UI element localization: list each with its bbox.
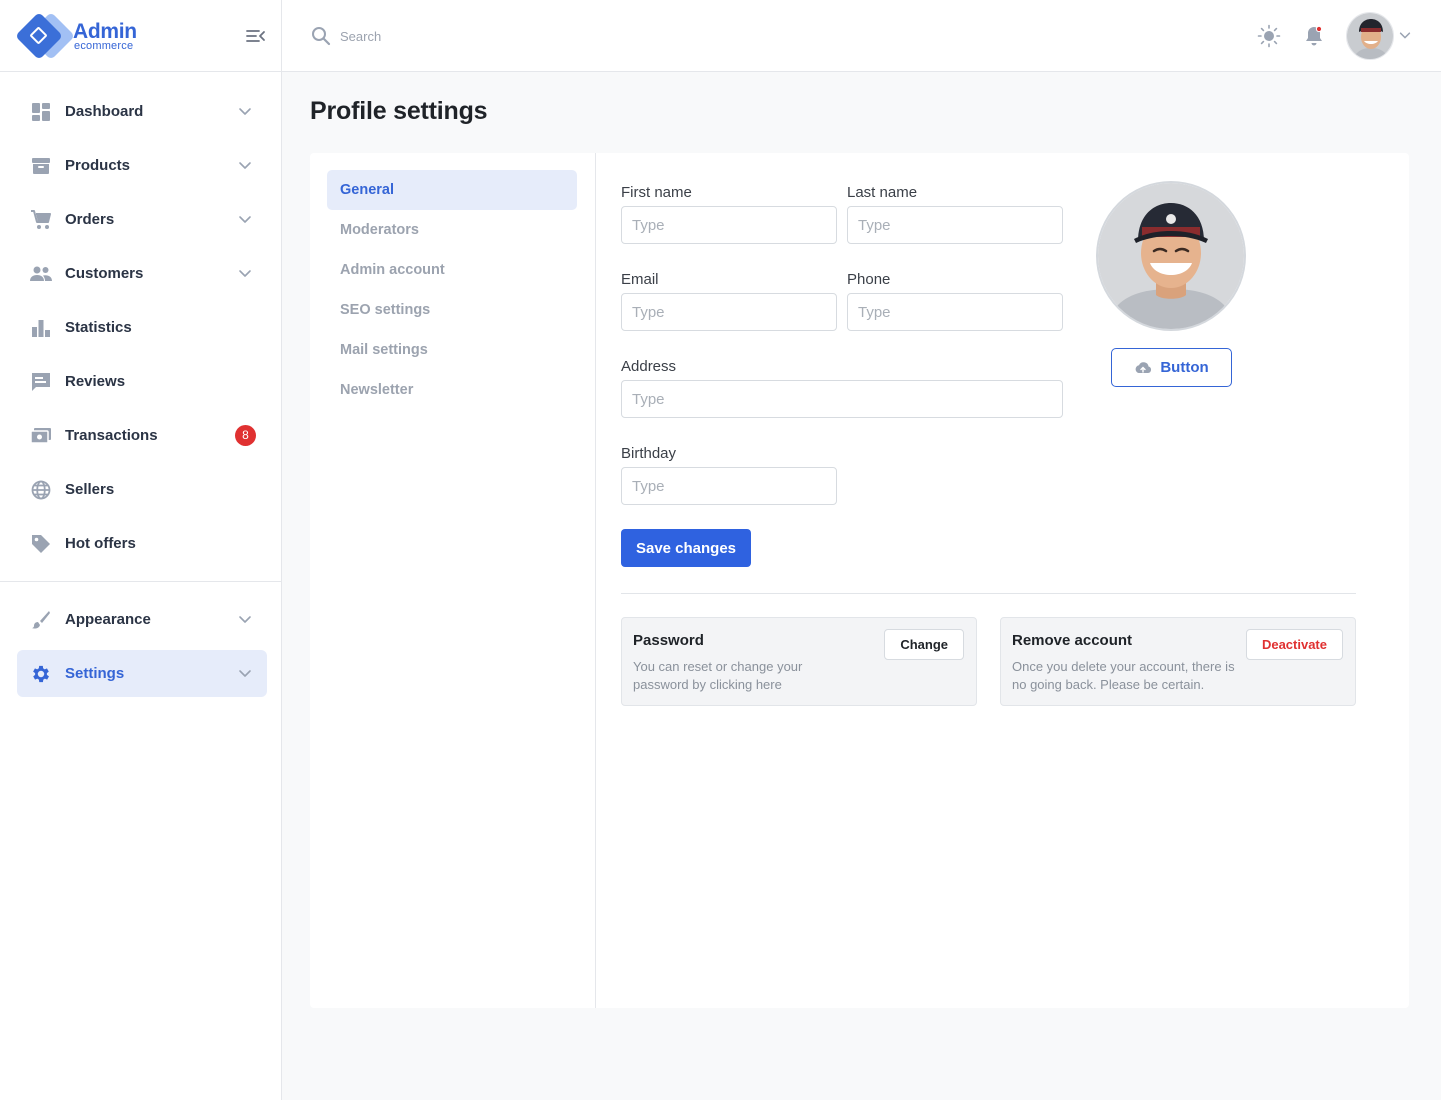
address-label: Address <box>621 358 677 375</box>
top-header <box>282 0 1441 72</box>
chevron-down-icon <box>239 108 251 115</box>
chevron-down-icon <box>239 670 251 677</box>
phone-input[interactable] <box>847 293 1063 331</box>
last-name-input[interactable] <box>847 206 1063 244</box>
user-avatar[interactable] <box>1346 12 1394 60</box>
deactivate-button[interactable]: Deactivate <box>1245 629 1343 660</box>
collapse-sidebar-icon[interactable] <box>246 28 266 44</box>
sidebar-item-settings[interactable]: Settings <box>17 650 267 697</box>
email-field: Email <box>621 271 837 331</box>
notification-count-badge: 8 <box>235 425 256 446</box>
money-icon <box>30 425 52 447</box>
profile-avatar <box>1096 181 1246 331</box>
chevron-down-icon[interactable] <box>1398 28 1412 42</box>
sidebar-item-hot-offers[interactable]: Hot offers <box>17 520 267 567</box>
sidebar-item-label: Settings <box>65 665 125 682</box>
email-input[interactable] <box>621 293 837 331</box>
sidebar-item-sellers[interactable]: Sellers <box>17 466 267 513</box>
bell-icon[interactable] <box>1302 24 1326 48</box>
sidebar-item-label: Dashboard <box>65 103 144 120</box>
globe-icon <box>30 479 52 501</box>
remove-account-title: Remove account <box>1012 632 1133 649</box>
sidebar-divider <box>0 581 281 582</box>
email-label: Email <box>621 271 659 288</box>
sidebar-item-label: Reviews <box>65 373 126 390</box>
chevron-down-icon <box>239 616 251 623</box>
search-icon <box>312 27 331 46</box>
settings-nav-mail-settings[interactable]: Mail settings <box>327 330 577 370</box>
brush-icon <box>30 609 52 631</box>
password-box-text: You can reset or change your password by… <box>633 659 803 692</box>
sidebar-item-label: Sellers <box>65 481 115 498</box>
people-icon <box>30 263 52 285</box>
sidebar-nav: Dashboard Products Orders Customers Stat… <box>0 72 281 697</box>
upload-button-label: Button <box>1160 359 1209 376</box>
settings-nav-moderators[interactable]: Moderators <box>327 210 577 250</box>
page-title: Profile settings <box>310 97 488 125</box>
brand-subtitle: ecommerce <box>74 40 134 52</box>
settings-card: General Moderators Admin account SEO set… <box>310 153 1409 1008</box>
settings-nav-admin-account[interactable]: Admin account <box>327 250 577 290</box>
phone-field: Phone <box>847 271 1063 331</box>
sidebar-item-statistics[interactable]: Statistics <box>17 304 267 351</box>
phone-label: Phone <box>847 271 891 288</box>
save-changes-button[interactable]: Save changes <box>621 529 751 567</box>
chevron-down-icon <box>239 216 251 223</box>
sidebar-item-label: Customers <box>65 265 144 282</box>
last-name-label: Last name <box>847 184 918 201</box>
change-password-button[interactable]: Change <box>884 629 964 660</box>
brand: Admin ecommerce <box>0 0 281 72</box>
sidebar-item-orders[interactable]: Orders <box>17 196 267 243</box>
sidebar-item-label: Orders <box>65 211 115 228</box>
archive-box-icon <box>30 155 52 177</box>
sidebar-item-customers[interactable]: Customers <box>17 250 267 297</box>
chevron-down-icon <box>239 162 251 169</box>
sidebar: Admin ecommerce Dashboard Products Order… <box>0 0 282 1100</box>
sidebar-item-label: Hot offers <box>65 535 136 552</box>
remove-account-text: Once you delete your account, there is n… <box>1012 659 1235 692</box>
gear-icon <box>30 663 52 685</box>
remove-account-box: Remove account Once you delete your acco… <box>1000 617 1356 706</box>
sidebar-item-label: Statistics <box>65 319 132 336</box>
password-box: Password You can reset or change your pa… <box>621 617 977 706</box>
password-box-title: Password <box>633 632 704 649</box>
first-name-input[interactable] <box>621 206 837 244</box>
last-name-field: Last name <box>847 184 1063 244</box>
address-input[interactable] <box>621 380 1063 418</box>
birthday-input[interactable] <box>621 467 837 505</box>
sidebar-item-reviews[interactable]: Reviews <box>17 358 267 405</box>
address-field: Address <box>621 358 1063 418</box>
birthday-label: Birthday <box>621 445 677 462</box>
sidebar-item-products[interactable]: Products <box>17 142 267 189</box>
sidebar-item-transactions[interactable]: Transactions 8 <box>17 412 267 459</box>
bar-chart-icon <box>30 317 52 339</box>
settings-nav: General Moderators Admin account SEO set… <box>310 153 596 1008</box>
birthday-field: Birthday <box>621 445 837 505</box>
settings-nav-seo-settings[interactable]: SEO settings <box>327 290 577 330</box>
sidebar-item-label: Appearance <box>65 611 151 628</box>
sidebar-item-label: Transactions <box>65 427 158 444</box>
upload-avatar-button[interactable]: Button <box>1111 348 1232 387</box>
dashboard-icon <box>30 101 52 123</box>
section-divider <box>621 593 1356 594</box>
cloud-upload-icon <box>1135 361 1152 373</box>
tag-icon <box>30 533 52 555</box>
settings-nav-general[interactable]: General <box>327 170 577 210</box>
comment-icon <box>30 371 52 393</box>
sidebar-item-dashboard[interactable]: Dashboard <box>17 88 267 135</box>
sidebar-item-appearance[interactable]: Appearance <box>17 596 267 643</box>
search-input[interactable] <box>340 24 640 48</box>
first-name-field: First name <box>621 184 837 244</box>
settings-nav-newsletter[interactable]: Newsletter <box>327 370 577 410</box>
theme-toggle-sun-icon[interactable] <box>1257 24 1281 48</box>
chevron-down-icon <box>239 270 251 277</box>
cart-icon <box>30 209 52 231</box>
first-name-label: First name <box>621 184 692 201</box>
sidebar-item-label: Products <box>65 157 131 174</box>
